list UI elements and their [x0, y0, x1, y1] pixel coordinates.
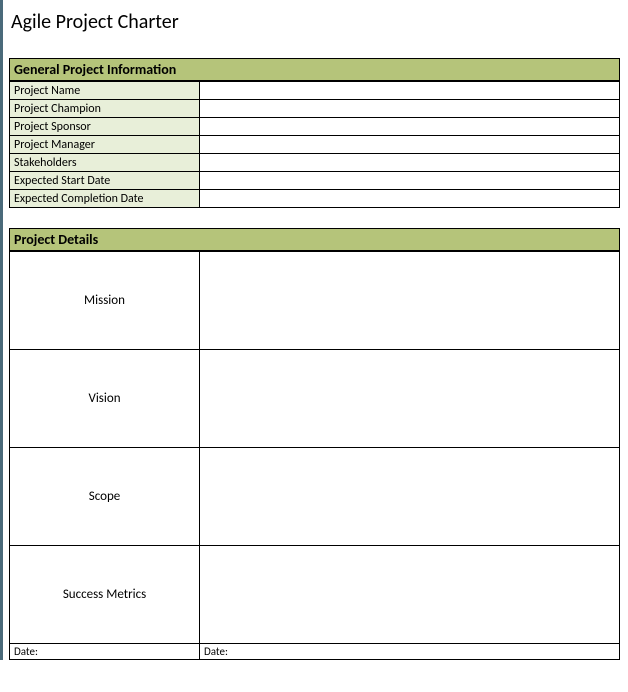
details-section-header: Project Details: [9, 228, 620, 251]
field-label: Project Name: [10, 82, 200, 100]
table-row: Scope: [10, 448, 620, 546]
table-row: Stakeholders: [10, 154, 620, 172]
field-value[interactable]: [200, 100, 620, 118]
table-row: Vision: [10, 350, 620, 448]
date-label: Date:: [14, 645, 38, 658]
table-row: Project Champion: [10, 100, 620, 118]
detail-label: Mission: [10, 252, 200, 350]
field-value[interactable]: [200, 190, 620, 208]
date-label: Date:: [204, 645, 228, 658]
detail-label: Vision: [10, 350, 200, 448]
page-title: Agile Project Charter: [9, 10, 620, 34]
field-value[interactable]: [200, 154, 620, 172]
field-value[interactable]: [200, 82, 620, 100]
field-label: Expected Start Date: [10, 172, 200, 190]
general-info-table: Project Name Project Champion Project Sp…: [9, 81, 620, 208]
table-row: Mission: [10, 252, 620, 350]
field-label: Project Manager: [10, 136, 200, 154]
table-row: Project Name: [10, 82, 620, 100]
detail-label: Scope: [10, 448, 200, 546]
table-row: Expected Start Date: [10, 172, 620, 190]
document-wrapper: Agile Project Charter General Project In…: [0, 0, 628, 660]
field-label: Expected Completion Date: [10, 190, 200, 208]
general-section-header: General Project Information: [9, 58, 620, 81]
field-label: Stakeholders: [10, 154, 200, 172]
detail-value[interactable]: [200, 546, 620, 644]
field-value[interactable]: [200, 172, 620, 190]
detail-value[interactable]: [200, 252, 620, 350]
field-value[interactable]: [200, 136, 620, 154]
field-label: Project Sponsor: [10, 118, 200, 136]
detail-label: Success Metrics: [10, 546, 200, 644]
date-row: Date: Date:: [10, 644, 620, 660]
table-row: Success Metrics: [10, 546, 620, 644]
table-row: Project Manager: [10, 136, 620, 154]
project-details-table: Mission Vision Scope Success Metrics Dat…: [9, 251, 620, 660]
field-value[interactable]: [200, 118, 620, 136]
table-row: Expected Completion Date: [10, 190, 620, 208]
table-row: Project Sponsor: [10, 118, 620, 136]
date-field-2[interactable]: Date:: [200, 644, 620, 660]
date-field-1[interactable]: Date:: [10, 644, 200, 660]
detail-value[interactable]: [200, 448, 620, 546]
detail-value[interactable]: [200, 350, 620, 448]
field-label: Project Champion: [10, 100, 200, 118]
